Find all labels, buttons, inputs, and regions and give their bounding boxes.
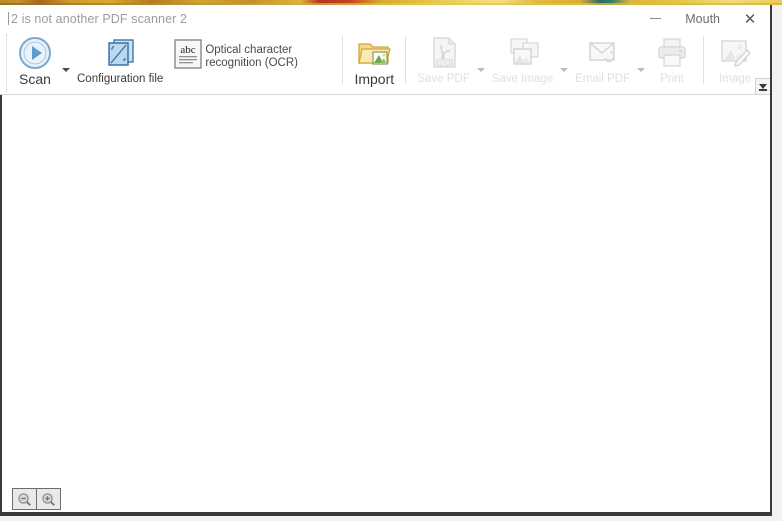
window-controls: Mouth ✕: [635, 5, 770, 32]
minimize-button[interactable]: [635, 5, 675, 32]
toolbar-button-import[interactable]: Import: [350, 32, 398, 86]
toolbar-label-configuration-file: Configuration file: [77, 73, 164, 85]
title-text-caret: [8, 12, 9, 25]
toolbar-button-save-pdf[interactable]: PDF Save PDF: [413, 32, 473, 86]
toolbar-label-print: Print: [660, 73, 684, 85]
toolbar-label-save-pdf: Save PDF: [417, 73, 470, 85]
toolbar-button-print[interactable]: Print: [648, 32, 696, 86]
toolbar-group-save-pdf: PDF Save PDF: [413, 32, 487, 86]
zoom-out-icon: [18, 492, 31, 506]
scan-dropdown-arrow-icon[interactable]: [62, 67, 70, 72]
window-title: 2 is not another PDF scanner 2: [11, 11, 188, 26]
document-preview-canvas[interactable]: [0, 95, 770, 484]
printer-icon: [654, 36, 690, 70]
svg-text:PDF: PDF: [438, 60, 451, 67]
image-edit-icon: [716, 36, 754, 70]
toolbar-separator-3: [703, 36, 705, 84]
abc-ocr-icon: abc: [171, 38, 205, 72]
toolbar-button-image[interactable]: Image: [711, 32, 759, 86]
zoom-out-button[interactable]: [13, 489, 36, 509]
zoom-controls: [12, 488, 61, 510]
toolbar-button-email-pdf[interactable]: Email PDF: [571, 32, 634, 86]
application-window-root: 2 is not another PDF scanner 2 Mouth ✕ S…: [0, 0, 782, 521]
toolbar-button-save-image[interactable]: Save Image: [488, 32, 557, 86]
save-image-dropdown-arrow-icon[interactable]: [560, 67, 569, 72]
toolbar-separator-2: [405, 36, 407, 84]
overflow-bar-icon: [759, 89, 767, 91]
email-pdf-dropdown-arrow-icon[interactable]: [637, 67, 646, 72]
toolbar-label-email-pdf: Email PDF: [575, 73, 631, 85]
status-bar-bottom-rule: [2, 512, 770, 514]
envelope-attachment-icon: [584, 36, 622, 70]
pdf-file-icon: PDF: [429, 36, 459, 70]
toolbar-group-email-pdf: Email PDF: [571, 32, 648, 86]
toolbar-button-configuration-file[interactable]: Configuration file: [73, 32, 167, 86]
toolbar-label-scan: Scan: [19, 71, 51, 87]
minimize-icon: [649, 17, 661, 20]
main-window: 2 is not another PDF scanner 2 Mouth ✕ S…: [0, 5, 772, 516]
toolbar-label-ocr: Optical character recognition (OCR): [205, 44, 298, 69]
main-toolbar: Scan Configuration file abc Optical char…: [0, 32, 770, 95]
title-bar: 2 is not another PDF scanner 2 Mouth ✕: [0, 5, 770, 32]
images-stack-icon: [502, 36, 542, 70]
svg-text:abc: abc: [181, 44, 196, 56]
configuration-file-icon: [101, 36, 139, 70]
toolbar-separator-1: [342, 36, 344, 84]
toolbar-group-save-image: Save Image: [488, 32, 571, 86]
save-pdf-dropdown-arrow-icon[interactable]: [476, 67, 485, 72]
toolbar-label-save-image: Save Image: [491, 73, 554, 85]
user-menu-button[interactable]: Mouth: [675, 5, 730, 32]
close-button[interactable]: ✕: [730, 5, 770, 32]
scan-play-icon: [17, 36, 53, 70]
toolbar-label-import: Import: [354, 71, 395, 87]
toolbar-label-image: Image: [719, 73, 752, 85]
toolbar-button-ocr[interactable]: abc Optical character recognition (OCR): [167, 32, 335, 72]
toolbar-group-scan: Scan: [11, 32, 73, 86]
zoom-in-button[interactable]: [36, 489, 60, 509]
toolbar-button-scan[interactable]: Scan: [11, 32, 59, 86]
toolbar-overflow-button[interactable]: [755, 78, 770, 94]
zoom-in-icon: [42, 492, 55, 506]
status-bar: [0, 484, 770, 514]
import-folder-icon: [355, 36, 393, 70]
